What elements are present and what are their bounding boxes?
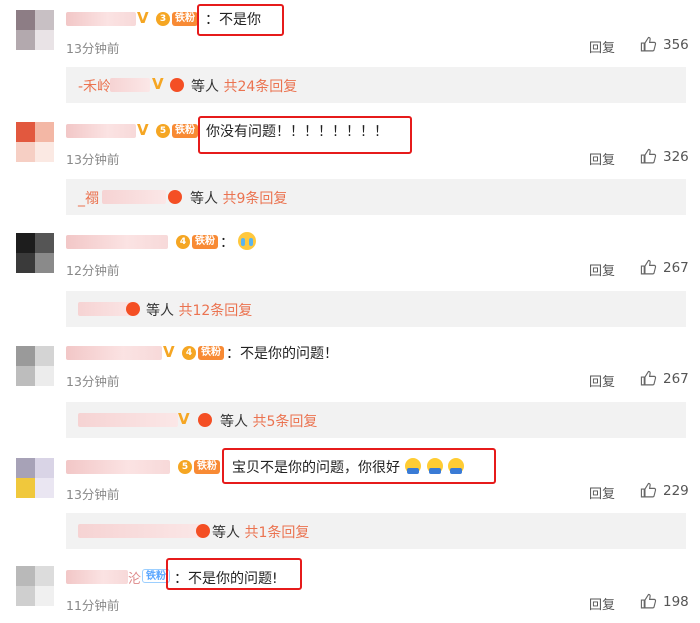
highlight-box: [197, 4, 284, 36]
username-blurred: [110, 78, 150, 92]
sub-reply-others: 等人: [191, 79, 219, 95]
like-button[interactable]: 326: [640, 148, 689, 165]
like-button[interactable]: 267: [640, 370, 689, 387]
crown-badge-icon: 5: [178, 460, 192, 474]
fan-badge: 铁粉: [172, 12, 198, 26]
username-blurred[interactable]: [66, 235, 168, 249]
like-button[interactable]: 267: [640, 259, 689, 276]
timestamp: 13分钟前: [66, 41, 120, 56]
thumb-up-icon: [640, 370, 657, 387]
timestamp: 11分钟前: [66, 598, 120, 613]
sub-reply-summary: 等人 共5条回复: [220, 411, 317, 431]
comment-text: ：: [220, 232, 257, 252]
sub-replies[interactable]: V 等人 共5条回复: [66, 402, 686, 438]
reply-button[interactable]: 回复: [589, 37, 615, 56]
username-blurred[interactable]: [66, 12, 136, 26]
verified-v-icon: V: [137, 121, 149, 139]
highlight-box: [198, 116, 412, 154]
like-count: 229: [663, 482, 689, 499]
sub-reply-user[interactable]: -禾岭: [78, 79, 111, 95]
sub-replies[interactable]: _禤 等人 共9条回复: [66, 179, 686, 215]
highlight-box: [222, 448, 496, 484]
crown-badge-icon: [168, 190, 182, 204]
username-blurred: [102, 190, 166, 204]
avatar[interactable]: [16, 346, 54, 386]
crown-badge-icon: [170, 78, 184, 92]
reply-button[interactable]: 回复: [589, 149, 615, 168]
sub-reply-user[interactable]: _禤: [78, 191, 99, 207]
crown-badge-icon: [198, 413, 212, 427]
username-blurred: [78, 524, 204, 538]
thumb-up-icon: [640, 482, 657, 499]
verified-v-icon: V: [137, 9, 149, 27]
sub-replies[interactable]: 等人 共1条回复: [66, 513, 686, 549]
sub-reply-summary: 等人 共24条回复: [191, 76, 297, 96]
sub-reply-prefix: _禤: [78, 188, 99, 208]
like-button[interactable]: 229: [640, 482, 689, 499]
sub-reply-summary: 等人 共12条回复: [146, 300, 252, 320]
crown-badge-icon: 4: [176, 235, 190, 249]
sub-reply-count[interactable]: 共1条回复: [244, 525, 309, 541]
sub-replies[interactable]: 等人 共12条回复: [66, 291, 686, 327]
crown-badge-icon: [196, 524, 210, 538]
reply-button[interactable]: 回复: [589, 371, 615, 390]
sub-reply-count[interactable]: 共5条回复: [252, 414, 317, 430]
username-suffix: 沦: [128, 572, 142, 587]
username-blurred[interactable]: [66, 124, 136, 138]
fan-badge: 铁粉: [192, 235, 218, 249]
crown-badge-icon: 3: [156, 12, 170, 26]
verified-v-icon: V: [163, 343, 175, 361]
fan-badge: 铁粉: [198, 346, 224, 360]
crown-badge-icon: 4: [182, 346, 196, 360]
sub-reply-prefix: -禾岭: [78, 76, 111, 96]
avatar[interactable]: [16, 458, 54, 498]
reply-button[interactable]: 回复: [589, 260, 615, 279]
sub-reply-others: 等人: [146, 303, 174, 319]
crown-badge-icon: [126, 302, 140, 316]
like-count: 267: [663, 370, 689, 387]
sub-replies[interactable]: -禾岭 V 等人 共24条回复: [66, 67, 686, 103]
timestamp: 13分钟前: [66, 487, 120, 502]
verified-v-icon: V: [178, 410, 190, 428]
sub-reply-others: 等人: [220, 414, 248, 430]
crying-emoji-icon: [238, 232, 257, 250]
crown-badge-icon: 5: [156, 124, 170, 138]
thumb-up-icon: [640, 593, 657, 610]
thumb-up-icon: [640, 148, 657, 165]
reply-button[interactable]: 回复: [589, 594, 615, 613]
sub-reply-count[interactable]: 共12条回复: [178, 303, 252, 319]
sub-reply-others: 等人: [212, 525, 240, 541]
reply-button[interactable]: 回复: [589, 483, 615, 502]
comment-text: ：不是你的问题！: [226, 346, 338, 362]
username-blurred[interactable]: [66, 570, 128, 584]
like-button[interactable]: 356: [640, 36, 689, 53]
sub-reply-summary: 等人 共1条回复: [212, 522, 309, 542]
thumb-up-icon: [640, 259, 657, 276]
username-blurred[interactable]: [66, 460, 170, 474]
sub-reply-count[interactable]: 共24条回复: [223, 79, 297, 95]
sub-reply-count[interactable]: 共9条回复: [222, 191, 287, 207]
like-count: 198: [663, 593, 689, 610]
like-button[interactable]: 198: [640, 593, 689, 610]
fan-badge: 铁粉: [194, 460, 220, 474]
username-blurred: [78, 413, 178, 427]
timestamp: 13分钟前: [66, 152, 120, 167]
sub-reply-others: 等人: [190, 191, 218, 207]
thumb-up-icon: [640, 36, 657, 53]
like-count: 356: [663, 36, 689, 53]
fan-badge: 铁粉: [172, 124, 198, 138]
avatar[interactable]: [16, 566, 54, 606]
like-count: 267: [663, 259, 689, 276]
avatar[interactable]: [16, 122, 54, 162]
username-blurred[interactable]: [66, 346, 162, 360]
timestamp: 12分钟前: [66, 263, 120, 278]
comment-text-content: ：: [220, 235, 234, 251]
avatar[interactable]: [16, 10, 54, 50]
avatar[interactable]: [16, 233, 54, 273]
highlight-box: [166, 558, 302, 590]
verified-v-icon: V: [152, 75, 164, 93]
sub-reply-summary: 等人 共9条回复: [190, 188, 287, 208]
like-count: 326: [663, 148, 689, 165]
timestamp: 13分钟前: [66, 374, 120, 389]
